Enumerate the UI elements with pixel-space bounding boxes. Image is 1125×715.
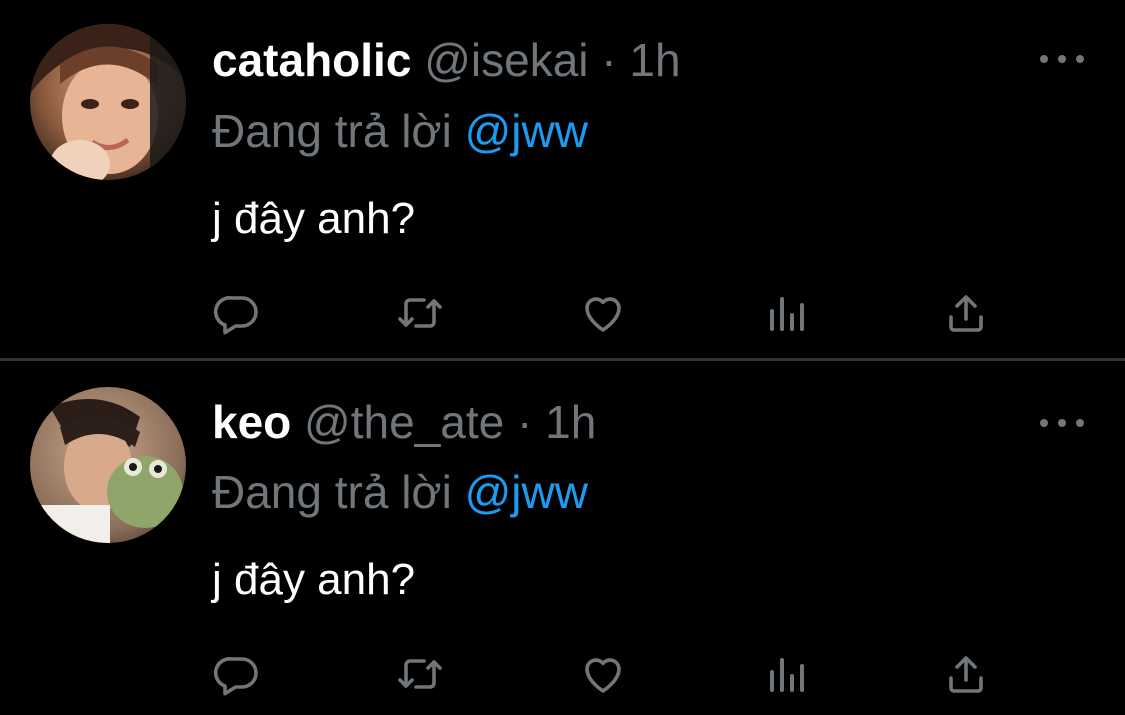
views-button[interactable] — [756, 283, 816, 343]
tweet-timestamp[interactable]: 1h — [629, 34, 680, 86]
reply-button[interactable] — [207, 644, 267, 704]
display-name[interactable]: cataholic — [212, 34, 411, 86]
replying-to-line: Đang trả lời @jww — [212, 101, 588, 161]
more-dot — [1058, 419, 1066, 427]
reply-icon — [213, 296, 258, 335]
separator-dot: · — [601, 34, 617, 86]
like-icon — [585, 297, 621, 332]
retweet-button[interactable] — [390, 283, 450, 343]
like-button[interactable] — [573, 644, 633, 704]
more-dot — [1076, 419, 1084, 427]
more-dot — [1058, 55, 1066, 63]
separator-dot: · — [517, 396, 533, 448]
views-icon — [770, 297, 804, 331]
like-icon — [585, 658, 621, 693]
tweet[interactable]: keo @the_ate · 1h Đang trả lời @jww j đâ… — [0, 361, 1125, 715]
like-button[interactable] — [573, 283, 633, 343]
avatar[interactable] — [30, 24, 186, 180]
replying-to-mention[interactable]: @jww — [465, 466, 588, 518]
tweet-text: j đây anh? — [212, 555, 416, 604]
share-icon — [949, 656, 983, 693]
more-options-button[interactable] — [1040, 44, 1084, 74]
views-icon — [770, 658, 804, 692]
more-dot — [1040, 55, 1048, 63]
replying-to-label: Đang trả lời — [212, 105, 452, 157]
share-icon — [949, 295, 983, 332]
replying-to-line: Đang trả lời @jww — [212, 462, 588, 522]
display-name[interactable]: keo — [212, 396, 291, 448]
share-button[interactable] — [936, 283, 996, 343]
tweet-timestamp[interactable]: 1h — [545, 396, 596, 448]
more-dot — [1076, 55, 1084, 63]
retweet-button[interactable] — [390, 644, 450, 704]
tweet-text: j đây anh? — [212, 194, 416, 243]
retweet-icon — [398, 659, 442, 689]
avatar-photo — [30, 387, 186, 543]
reply-button[interactable] — [207, 283, 267, 343]
reply-icon — [213, 657, 258, 696]
tweet-actions — [0, 644, 1125, 704]
avatar-photo — [30, 24, 186, 180]
more-dot — [1040, 419, 1048, 427]
more-options-button[interactable] — [1040, 408, 1084, 438]
tweet[interactable]: cataholic @isekai · 1h Đang trả lời @jww… — [0, 0, 1125, 358]
replying-to-label: Đang trả lời — [212, 466, 452, 518]
user-handle[interactable]: @isekai — [424, 34, 588, 86]
tweet-actions — [0, 283, 1125, 343]
replying-to-mention[interactable]: @jww — [465, 105, 588, 157]
tweet-header: keo @the_ate · 1h — [212, 392, 596, 452]
retweet-icon — [398, 298, 442, 328]
avatar[interactable] — [30, 387, 186, 543]
user-handle[interactable]: @the_ate — [304, 396, 504, 448]
tweet-header: cataholic @isekai · 1h — [212, 30, 681, 90]
share-button[interactable] — [936, 644, 996, 704]
views-button[interactable] — [756, 644, 816, 704]
